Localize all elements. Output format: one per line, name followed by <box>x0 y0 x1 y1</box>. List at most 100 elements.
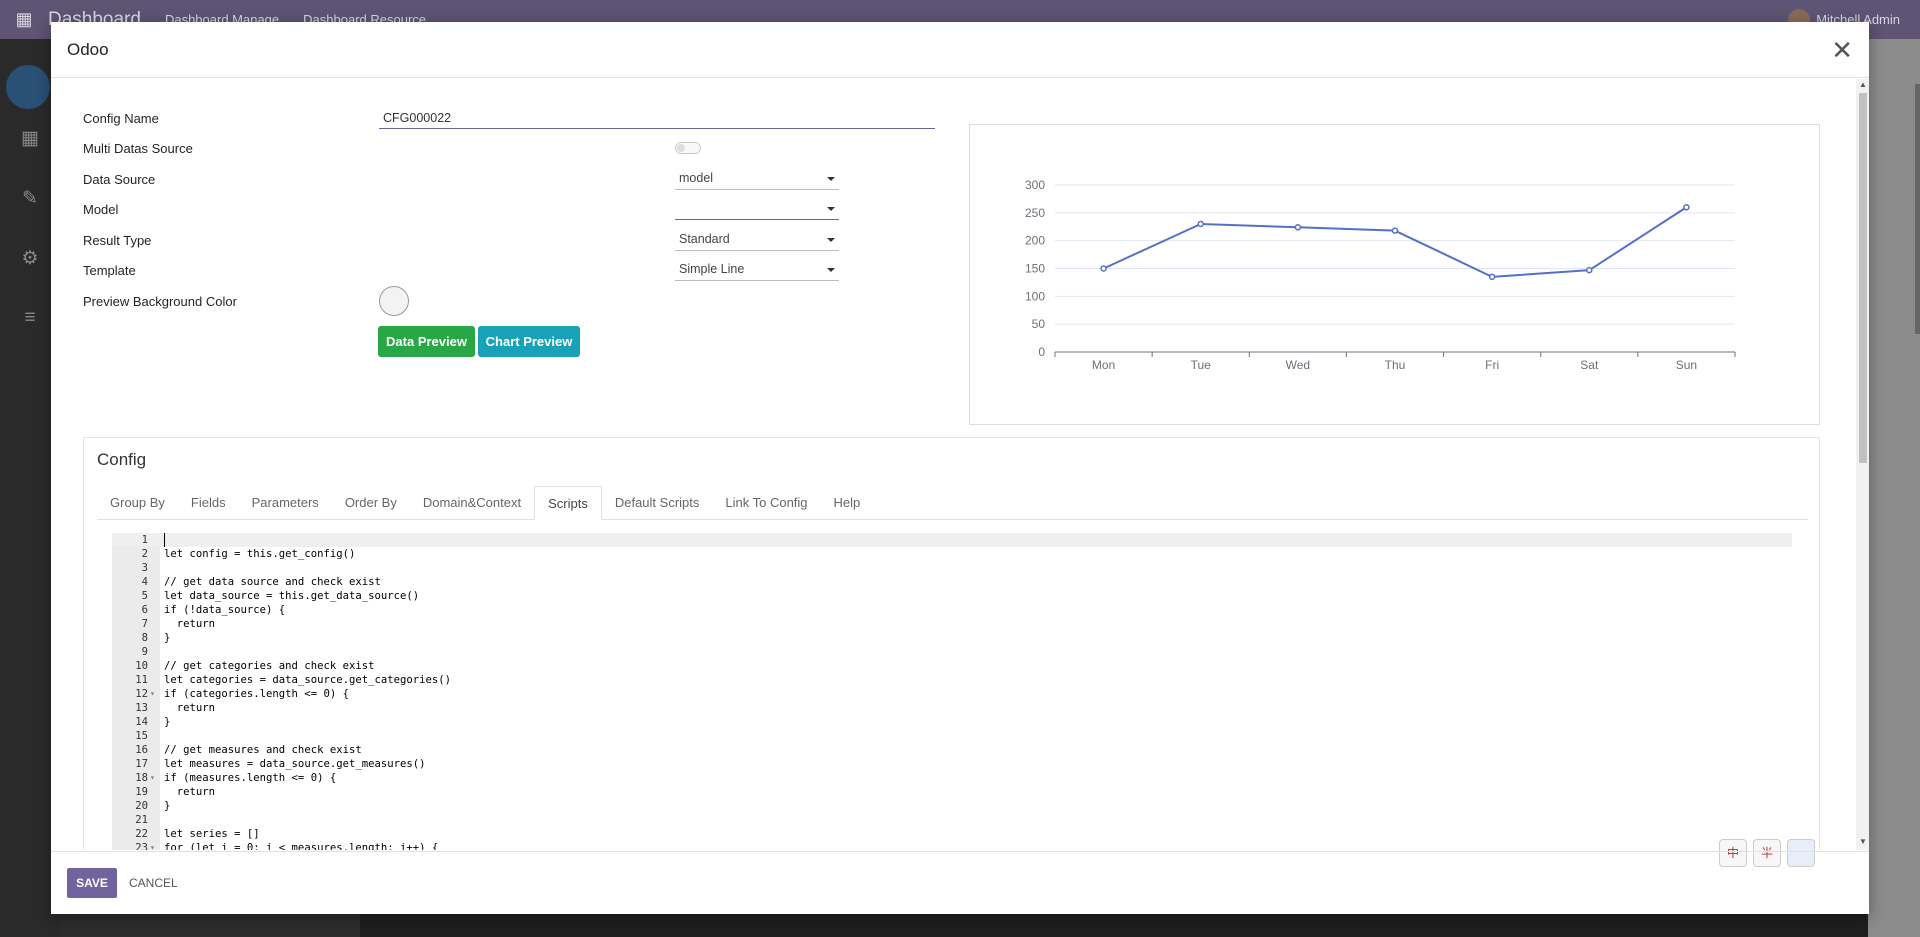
tab-scripts[interactable]: Scripts <box>534 486 602 520</box>
code-line[interactable]: 17 let measures = data_source.get_measure… <box>112 757 1792 771</box>
code-line[interactable]: 3 <box>112 561 1792 575</box>
tab-domain-context[interactable]: Domain&Context <box>410 486 534 520</box>
save-button[interactable]: SAVE <box>67 868 117 898</box>
code-text: let categories = data_source.get_categor… <box>164 674 452 686</box>
code-line[interactable]: 5 let data_source = this.get_data_source(… <box>112 589 1792 603</box>
fold-arrow-icon[interactable]: ▾ <box>150 687 155 701</box>
cancel-button[interactable]: CANCEL <box>129 868 178 898</box>
line-number: 8 <box>141 632 148 644</box>
code-text: let config = this.get_config() <box>164 548 356 560</box>
text-cursor <box>164 533 165 547</box>
code-line[interactable]: 9 <box>112 645 1792 659</box>
model-select[interactable] <box>675 198 839 220</box>
config-tabs: Group By Fields Parameters Order By Domain&C… <box>97 486 1808 520</box>
y-tick-label: 300 <box>1025 178 1045 192</box>
tab-default-scripts[interactable]: Default Scripts <box>602 486 713 520</box>
line-number: 12 <box>135 688 148 700</box>
code-line[interactable]: 1 <box>112 533 1792 547</box>
code-text: let data_source = this.get_data_source() <box>164 590 420 602</box>
code-line[interactable]: 22 let series = [] <box>112 827 1792 841</box>
code-text: for (let i = 0; i < measures.length; i++… <box>164 842 439 850</box>
data-source-select[interactable]: model <box>675 168 839 190</box>
fold-arrow-icon[interactable]: ▾ <box>150 771 155 785</box>
x-tick-label: Fri <box>1485 358 1499 372</box>
code-line[interactable]: 19 return <box>112 785 1792 799</box>
fold-arrow-icon[interactable]: ▾ <box>150 841 155 850</box>
code-line[interactable]: 10 // get categories and check exist <box>112 659 1792 673</box>
caret-down-icon <box>827 207 835 211</box>
result-type-select[interactable]: Standard <box>675 229 839 251</box>
tab-help[interactable]: Help <box>821 486 874 520</box>
code-text: let measures = data_source.get_measures(… <box>164 758 426 770</box>
apps-menu-icon[interactable]: ▦ <box>0 9 48 30</box>
code-line[interactable]: 4 // get data source and check exist <box>112 575 1792 589</box>
field-config-name: Config Name CFG000022 <box>83 105 983 131</box>
code-line[interactable]: 16 // get measures and check exist <box>112 743 1792 757</box>
tab-fields[interactable]: Fields <box>178 486 239 520</box>
line-number: 10 <box>135 660 148 672</box>
color-picker[interactable] <box>379 286 409 316</box>
line-number: 17 <box>135 758 148 770</box>
tab-link-to-config[interactable]: Link To Config <box>712 486 820 520</box>
model-label: Model <box>83 201 119 217</box>
scroll-down-icon[interactable]: ▼ <box>1859 837 1867 846</box>
code-text: // get measures and check exist <box>164 744 362 756</box>
code-line[interactable]: 20} <box>112 799 1792 813</box>
data-preview-button[interactable]: Data Preview <box>378 326 475 357</box>
caret-down-icon <box>827 238 835 242</box>
config-name-label: Config Name <box>83 110 159 126</box>
code-line[interactable]: 11 let categories = data_source.get_categ… <box>112 673 1792 687</box>
chart-preview-button[interactable]: Chart Preview <box>478 326 580 357</box>
data-point <box>1586 266 1593 274</box>
background-bottom <box>60 913 360 937</box>
scroll-up-icon[interactable]: ▲ <box>1859 80 1867 89</box>
line-chart: 0 50 100 150 200 250 300 Mon Tue Wed Thu Fri Sat Sun <box>1025 178 1736 372</box>
line-number: 20 <box>135 800 148 812</box>
code-line[interactable]: 14} <box>112 715 1792 729</box>
line-number: 2 <box>141 548 148 560</box>
config-title: Config <box>97 450 147 469</box>
line-number: 3 <box>141 562 148 574</box>
field-template: Template Simple Line <box>83 257 983 283</box>
field-model: Model <box>83 196 983 222</box>
scrollbar-thumb[interactable] <box>1859 93 1867 463</box>
code-text: if (!data_source) { <box>164 604 286 616</box>
code-line[interactable]: 18 ▾ if (measures.length <= 0) { <box>112 771 1792 785</box>
line-number: 6 <box>141 604 148 616</box>
code-line[interactable]: 23 ▾ for (let i = 0; i < measures.length; … <box>112 841 1792 850</box>
code-line[interactable]: 15 <box>112 729 1792 743</box>
multi-datas-source-toggle[interactable] <box>675 142 701 154</box>
line-number: 9 <box>141 646 148 658</box>
code-line[interactable]: 7 return <box>112 617 1792 631</box>
code-line[interactable]: 2 let config = this.get_config() <box>112 547 1792 561</box>
data-point <box>1488 273 1496 281</box>
config-name-input[interactable]: CFG000022 <box>379 108 935 129</box>
x-tick-label: Thu <box>1385 358 1406 372</box>
code-line[interactable]: 8} <box>112 631 1792 645</box>
line-number: 23 <box>135 842 148 850</box>
template-select[interactable]: Simple Line <box>675 259 839 281</box>
x-tick-label: Mon <box>1092 358 1115 372</box>
code-line[interactable]: 21 <box>112 813 1792 827</box>
preview-bg-label: Preview Background Color <box>83 293 237 309</box>
tab-order-by[interactable]: Order By <box>332 486 410 520</box>
code-text: return <box>164 702 216 714</box>
code-line[interactable]: 13 return <box>112 701 1792 715</box>
dialog-body: Config Name CFG000022 Multi Datas Source… <box>51 79 1869 850</box>
data-point <box>1100 265 1107 272</box>
code-line[interactable]: 6 if (!data_source) { <box>112 603 1792 617</box>
code-text: // get categories and check exist <box>164 660 375 672</box>
background-area <box>1868 39 1920 937</box>
line-number: 7 <box>141 618 148 630</box>
code-text: return <box>164 786 216 798</box>
series-line <box>1103 206 1687 278</box>
tab-group-by[interactable]: Group By <box>97 486 178 520</box>
y-tick-label: 200 <box>1025 234 1045 248</box>
tab-parameters[interactable]: Parameters <box>239 486 332 520</box>
dialog-scrollbar[interactable]: ▲ ▼ <box>1856 79 1869 850</box>
line-number: 18 <box>135 772 148 784</box>
script-editor[interactable]: 1 2 let config = this.get_config() 3 4// get… <box>112 533 1792 850</box>
code-line[interactable]: 12 ▾ if (categories.length <= 0) { <box>112 687 1792 701</box>
close-icon[interactable]: ✕ <box>1831 37 1853 63</box>
field-preview-bg: Preview Background Color <box>83 286 983 316</box>
